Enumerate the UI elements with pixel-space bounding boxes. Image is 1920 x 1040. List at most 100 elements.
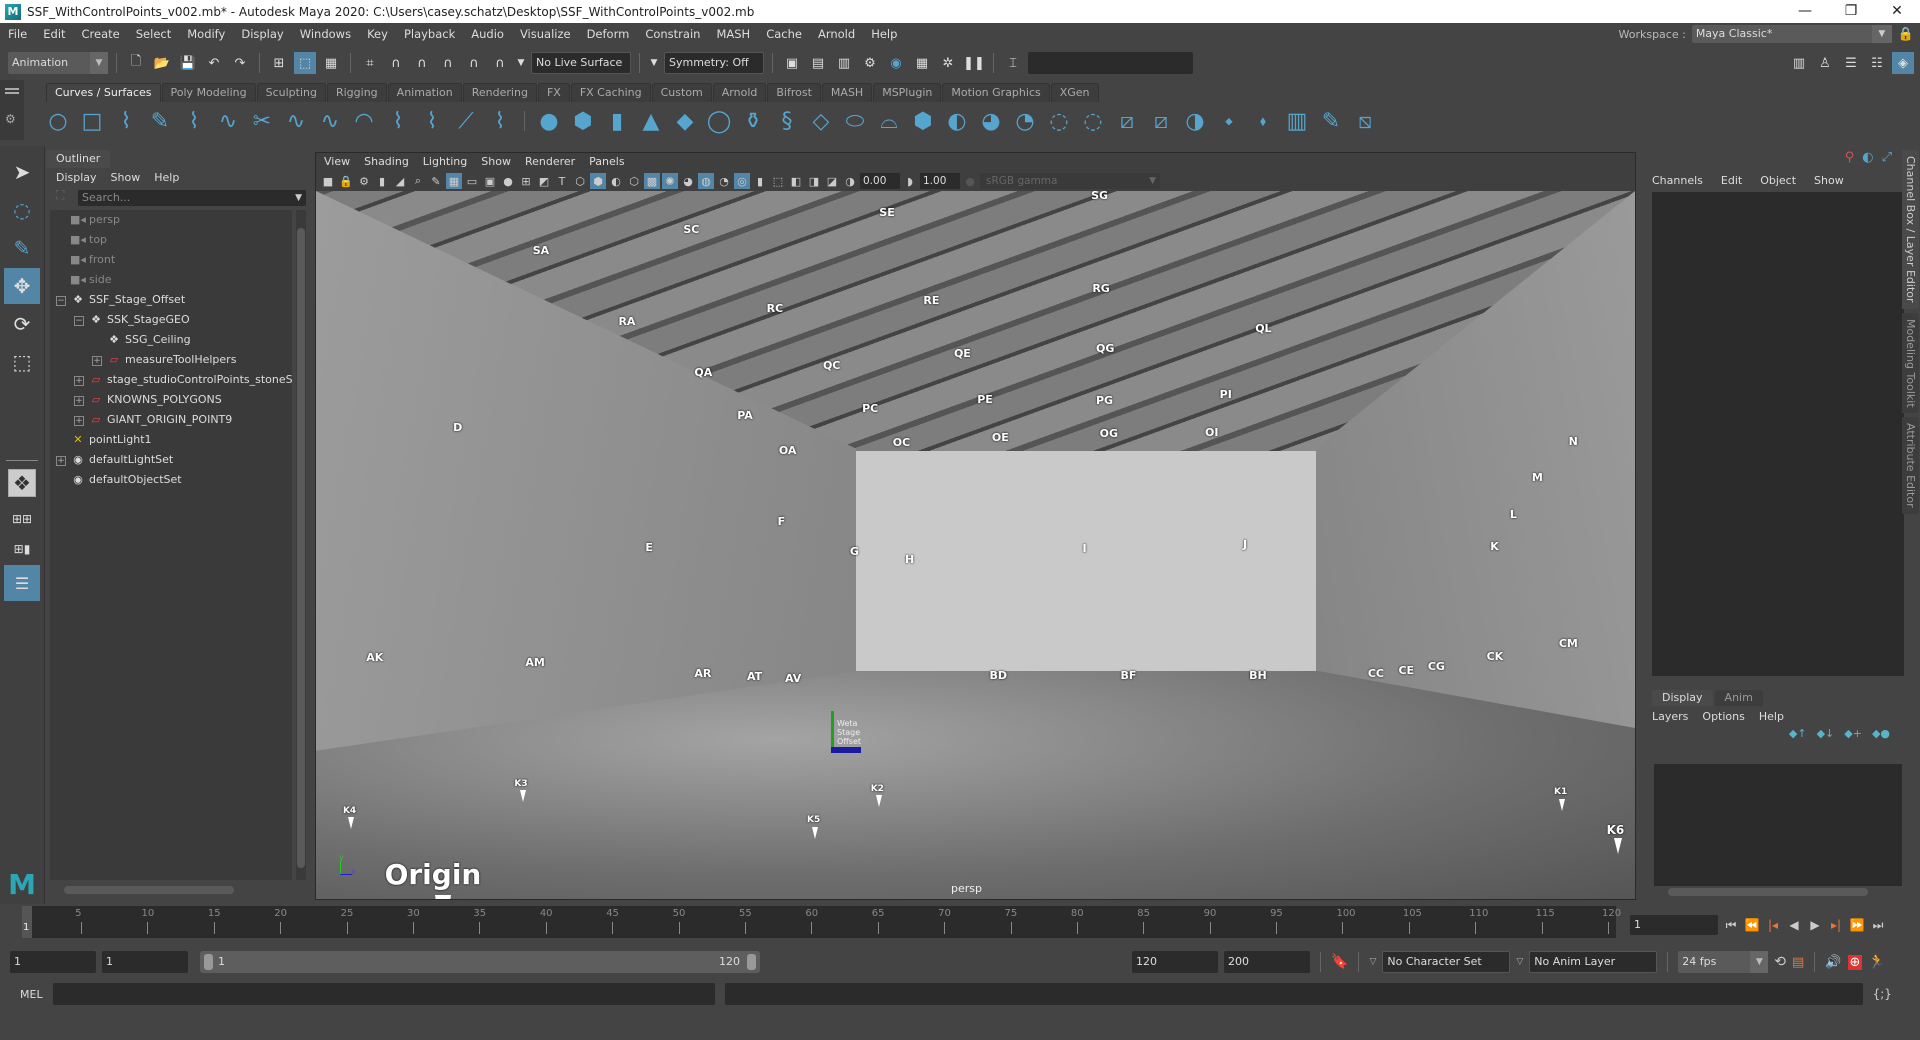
control-point-label[interactable]: PI — [1220, 388, 1232, 401]
revolve-surface-icon[interactable]: ⚱ — [739, 107, 767, 135]
render-current-frame-icon[interactable]: ▤ — [807, 52, 829, 74]
floor-marker-pin-icon[interactable] — [434, 894, 451, 899]
control-point-label[interactable]: RG — [1092, 282, 1110, 295]
outliner-item[interactable]: ■◂ front — [50, 250, 292, 270]
outliner-vertical-scrollbar[interactable] — [296, 210, 306, 880]
input-mode-icon[interactable]: ⌶ — [1002, 52, 1024, 74]
2d-pan-zoom-icon[interactable]: ⌕ — [410, 173, 426, 189]
side-tab-attribute-editor[interactable]: Attribute Editor — [1902, 417, 1919, 514]
plane-icon[interactable]: ◆ — [671, 107, 699, 135]
ambient-occlusion-icon[interactable]: ◍ — [698, 173, 714, 189]
sculpt-icon[interactable]: ✎ — [1317, 107, 1345, 135]
cut-curve-icon[interactable]: ✂ — [248, 107, 276, 135]
control-point-label[interactable]: E — [645, 541, 653, 554]
floor-marker-pin-icon[interactable] — [876, 795, 883, 808]
chevron-down-icon[interactable]: ▼ — [515, 52, 527, 74]
cylinder-icon[interactable]: ▮ — [603, 107, 631, 135]
control-point-label[interactable]: BF — [1120, 669, 1136, 682]
smooth-shade-icon[interactable]: ⬢ — [590, 173, 606, 189]
outliner-layout-icon[interactable]: ☰ — [4, 565, 40, 601]
control-point-label[interactable]: CG — [1428, 660, 1445, 673]
light-editor-icon[interactable]: ✲ — [937, 52, 959, 74]
single-view-layout-icon[interactable]: ❖ — [8, 469, 36, 497]
shelf-tab-animation[interactable]: Animation — [387, 83, 462, 102]
insert-isoparm-icon[interactable]: ⬩ — [1215, 107, 1243, 135]
birail-icon[interactable]: ⌓ — [875, 107, 903, 135]
control-point-label[interactable]: AV — [785, 672, 801, 685]
control-point-label[interactable]: RC — [767, 302, 784, 315]
render-settings-icon[interactable]: ⚙ — [859, 52, 881, 74]
floor-marker-pin-icon[interactable] — [1559, 799, 1566, 812]
bookmark-add-icon[interactable]: 🔖 — [1331, 954, 1348, 970]
control-point-label[interactable]: BH — [1249, 669, 1267, 682]
stitch-icon[interactable]: ⧄ — [1113, 107, 1141, 135]
shelf-tab-xgen[interactable]: XGen — [1050, 83, 1099, 102]
current-time-indicator[interactable]: 1 — [22, 906, 32, 938]
control-point-label[interactable]: AM — [525, 656, 544, 669]
control-point-label[interactable]: RA — [618, 315, 635, 328]
floor-marker-label[interactable]: K6 — [1607, 823, 1625, 837]
control-point-label[interactable]: L — [1510, 508, 1517, 521]
expand-toggle-icon[interactable]: + — [56, 456, 66, 466]
shelf-tab-rendering[interactable]: Rendering — [462, 83, 537, 102]
control-point-label[interactable]: QA — [694, 366, 712, 379]
scrollbar-thumb[interactable] — [1668, 888, 1868, 896]
snap-point-icon[interactable]: ∩ — [411, 52, 433, 74]
menu-mash[interactable]: MASH — [708, 27, 758, 41]
color-management-icon[interactable]: ● — [962, 173, 978, 189]
menu-playback[interactable]: Playback — [396, 27, 463, 41]
control-point-label[interactable]: CK — [1487, 650, 1504, 663]
snap-grid-icon[interactable]: ⌗ — [359, 52, 381, 74]
control-point-label[interactable]: QE — [954, 347, 971, 360]
menu-edit[interactable]: Edit — [35, 27, 73, 41]
revolve-icon[interactable]: ⟋ — [452, 107, 480, 135]
outliner-item[interactable]: ■◂ top — [50, 230, 292, 250]
two-view-layout-icon[interactable]: ⊞▮ — [4, 535, 40, 563]
chevron-down-icon[interactable]: ▼ — [648, 52, 660, 74]
outliner-menu-help[interactable]: Help — [154, 171, 179, 184]
loft-icon[interactable]: ⌇ — [486, 107, 514, 135]
shelf-tab-bifrost[interactable]: Bifrost — [767, 83, 821, 102]
go-to-start-icon[interactable]: ⏮ — [1723, 918, 1739, 933]
control-point-label[interactable]: QL — [1255, 322, 1271, 335]
command-input[interactable] — [52, 983, 715, 1005]
safe-action-icon[interactable]: ◩ — [536, 173, 552, 189]
workspace-dropdown[interactable]: Maya Classic* ▼ — [1691, 25, 1892, 43]
hyper-icon[interactable]: ⤢ — [1882, 150, 1892, 170]
control-point-label[interactable]: SE — [879, 206, 894, 219]
wireframe-icon[interactable]: ⬡ — [572, 173, 588, 189]
render-view-icon[interactable]: ▣ — [781, 52, 803, 74]
shelf-tab-fx-caching[interactable]: FX Caching — [570, 83, 651, 102]
cone-icon[interactable]: ▲ — [637, 107, 665, 135]
loft-surface-icon[interactable]: § — [773, 107, 801, 135]
outliner-item[interactable]: − ❖ SSK_StageGEO — [50, 310, 292, 330]
layer-menu-options[interactable]: Options — [1702, 710, 1744, 723]
control-point-label[interactable]: SC — [683, 223, 699, 236]
control-point-label[interactable]: N — [1569, 435, 1578, 448]
menu-help[interactable]: Help — [863, 27, 905, 41]
floor-marker-label[interactable]: K2 — [871, 784, 884, 794]
detach-curve-icon[interactable]: ∿ — [316, 107, 344, 135]
control-point-label[interactable]: H — [905, 553, 914, 566]
outliner-menu-show[interactable]: Show — [111, 171, 141, 184]
y-axis-handle[interactable] — [831, 711, 834, 751]
shelf-tab-rigging[interactable]: Rigging — [326, 83, 387, 102]
extrude-icon[interactable]: ⬭ — [841, 107, 869, 135]
motion-blur-icon[interactable]: ◔ — [716, 173, 732, 189]
sound-icon[interactable]: 🔊 — [1825, 955, 1841, 970]
shelf-menu-icon[interactable] — [5, 88, 19, 90]
control-point-label[interactable]: CC — [1368, 667, 1384, 680]
anim-layer-dropdown[interactable]: No Anim Layer — [1529, 951, 1658, 973]
outliner-item[interactable]: − ❖ SSF_Stage_Offset — [50, 290, 292, 310]
ep-curve-icon[interactable]: ⌇ — [180, 107, 208, 135]
control-point-label[interactable]: OG — [1100, 427, 1118, 440]
menu-cache[interactable]: Cache — [758, 27, 810, 41]
default-material-icon[interactable]: ◐ — [608, 173, 624, 189]
gamma-icon[interactable]: ◗ — [902, 173, 918, 189]
control-point-label[interactable]: PC — [862, 402, 878, 415]
layer-menu-help[interactable]: Help — [1759, 710, 1784, 723]
shelf-tab-poly-modeling[interactable]: Poly Modeling — [161, 83, 256, 102]
character-controls-icon[interactable]: ♙ — [1814, 52, 1836, 74]
layer-menu-layers[interactable]: Layers — [1652, 710, 1688, 723]
untrim-icon[interactable]: ◌ — [1079, 107, 1107, 135]
